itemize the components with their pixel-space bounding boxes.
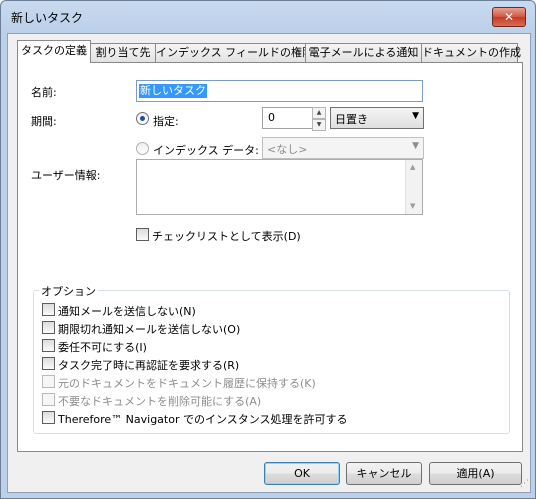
close-button[interactable]: ✕ <box>492 7 526 27</box>
spin-buttons: ▲ ▼ <box>312 107 326 131</box>
option-label-reauth: タスク完了時に再認証を要求する(R) <box>58 359 240 372</box>
tab-label: インデックス フィールドの権限 <box>156 46 313 59</box>
options-legend: オプション <box>39 283 98 299</box>
option-checkbox-no-overdue-notify[interactable] <box>42 321 55 334</box>
tab-label: ドキュメントの作成 <box>422 46 521 59</box>
tab-label: タスクの定義 <box>21 44 87 57</box>
index-data-label: インデックス データ: <box>153 144 259 157</box>
option-checkbox-navigator-instance[interactable] <box>42 411 55 424</box>
caret-up-icon[interactable]: ▲ <box>312 107 326 119</box>
period-unit-value: 日置き <box>335 113 368 126</box>
close-icon: ✕ <box>503 10 515 24</box>
ok-button[interactable]: OK <box>264 462 340 485</box>
user-info-scrollbar[interactable]: ▲ ▼ <box>405 160 422 214</box>
name-value: 新しいタスク <box>139 84 207 98</box>
name-label: 名前: <box>31 86 57 99</box>
option-label-no-notify: 通知メールを送信しない(N) <box>58 305 196 318</box>
caret-down-icon[interactable]: ▼ <box>312 119 326 131</box>
tab-label: 電子メールによる通知 <box>308 46 419 59</box>
tab-label: 割り当て先 <box>95 46 151 59</box>
period-spin-input[interactable]: 0 <box>262 107 314 129</box>
option-label-allow-delete: 不要なドキュメントを削除可能にする(A) <box>58 395 262 408</box>
checklist-checkbox[interactable] <box>136 228 149 241</box>
option-checkbox-no-delegate[interactable] <box>42 339 55 352</box>
option-label-navigator-instance: Therefore™ Navigator でのインスタンス処理を許可する <box>58 413 348 426</box>
period-unit-select[interactable]: 日置き ▼ <box>330 107 424 129</box>
tab-email-notification[interactable]: 電子メールによる通知 <box>305 43 422 62</box>
specified-radio[interactable] <box>136 112 149 125</box>
option-checkbox-no-notify[interactable] <box>42 303 55 316</box>
tab-task-definition[interactable]: タスクの定義 <box>17 40 91 63</box>
task-dialog: 新しいタスク ✕ タスクの定義 割り当て先 インデックス フィールドの権限 電子… <box>0 0 536 499</box>
index-data-select[interactable]: <なし> ▼ <box>262 137 424 159</box>
cancel-button[interactable]: キャンセル <box>346 462 422 485</box>
tab-assignment[interactable]: 割り当て先 <box>90 43 156 62</box>
dialog-client-area: タスクの定義 割り当て先 インデックス フィールドの権限 電子メールによる通知 … <box>7 33 531 493</box>
option-label-no-delegate: 委任不可にする(I) <box>58 341 147 354</box>
name-input[interactable]: 新しいタスク <box>136 80 423 102</box>
index-data-value: <なし> <box>267 143 308 156</box>
tab-document-creation[interactable]: ドキュメントの作成 <box>421 43 521 62</box>
spin-value: 0 <box>268 111 275 124</box>
option-checkbox-allow-delete[interactable] <box>42 393 55 406</box>
option-label-no-overdue-notify: 期限切れ通知メールを送信しない(O) <box>58 323 241 336</box>
index-data-radio[interactable] <box>136 142 149 155</box>
option-checkbox-reauth[interactable] <box>42 357 55 370</box>
caret-down-icon: ▼ <box>412 141 419 151</box>
scroll-up-icon[interactable]: ▲ <box>410 163 415 171</box>
task-definition-panel: 名前: 新しいタスク 期間: 指定: 0 ▲ ▼ 日置き ▼ インデックス デー… <box>17 62 523 452</box>
option-label-keep-original: 元のドキュメントをドキュメント履歴に保持する(K) <box>58 377 316 390</box>
user-info-label: ユーザー情報: <box>31 169 101 182</box>
option-checkbox-keep-original[interactable] <box>42 375 55 388</box>
period-label: 期間: <box>31 115 57 128</box>
apply-button[interactable]: 適用(A) <box>429 462 522 485</box>
specified-label: 指定: <box>153 115 179 128</box>
resize-grip-icon[interactable]: ⋰ <box>520 479 529 489</box>
caret-down-icon: ▼ <box>412 111 419 121</box>
tab-index-field-permissions[interactable]: インデックス フィールドの権限 <box>155 43 313 62</box>
user-info-textarea[interactable]: ▲ ▼ <box>136 159 423 215</box>
title-bar: 新しいタスク ✕ <box>1 1 535 33</box>
checklist-label: チェックリストとして表示(D) <box>152 230 301 243</box>
scroll-down-icon[interactable]: ▼ <box>410 202 415 210</box>
window-title: 新しいタスク <box>11 11 84 25</box>
